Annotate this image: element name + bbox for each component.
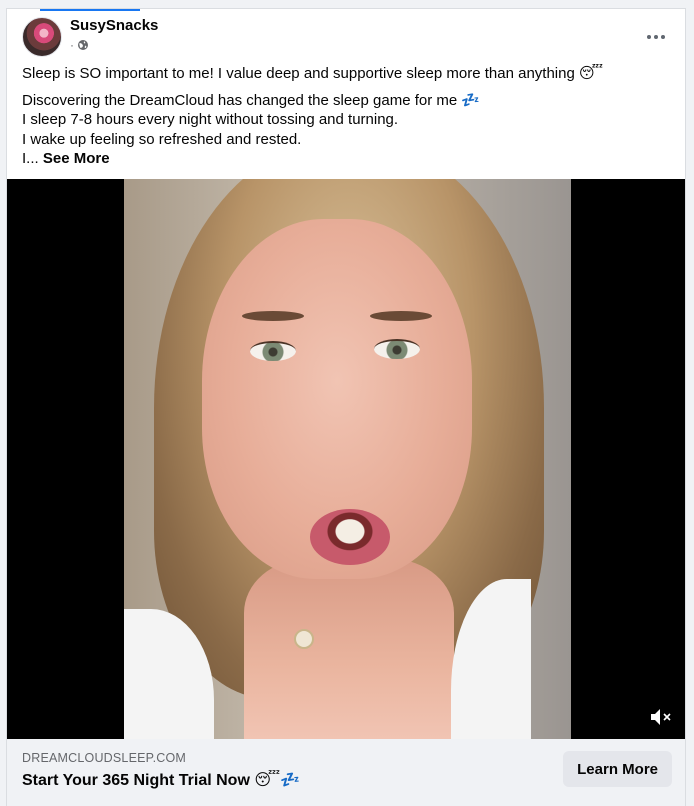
- link-preview[interactable]: DREAMCLOUDSLEEP.COM Start Your 365 Night…: [7, 739, 685, 806]
- post-text-line: Sleep is SO important to me! I value dee…: [22, 65, 604, 82]
- video-subject-face: [202, 219, 472, 579]
- dot-icon: [661, 35, 665, 39]
- video-frame: [124, 179, 571, 739]
- meta-dot: ·: [70, 38, 74, 52]
- more-options-button[interactable]: [642, 23, 670, 51]
- post-text-truncated: I... See More: [22, 149, 672, 169]
- dot-icon: [654, 35, 658, 39]
- speaker-muted-icon: [651, 709, 671, 725]
- see-more-link[interactable]: See More: [43, 150, 110, 167]
- author-name[interactable]: SusySnacks: [70, 17, 158, 34]
- dot-icon: [647, 35, 651, 39]
- video-player[interactable]: [7, 179, 685, 739]
- video-subject-brow: [242, 311, 304, 321]
- loading-progress-bar: [40, 9, 140, 11]
- video-subject-mouth: [310, 509, 390, 565]
- truncated-text: I...: [22, 150, 39, 167]
- post-text-line: I wake up feeling so refreshed and reste…: [22, 130, 302, 148]
- avatar[interactable]: [22, 17, 62, 57]
- post-text: Sleep is SO important to me! I value dee…: [22, 64, 672, 169]
- link-headline[interactable]: Start Your 365 Night Trial Now 😴💤: [22, 770, 300, 790]
- link-domain: DREAMCLOUDSLEEP.COM: [22, 751, 187, 765]
- post-header: SusySnacks ·: [22, 17, 672, 57]
- globe-icon[interactable]: [77, 39, 89, 51]
- post-text-line: I sleep 7-8 hours every night without to…: [22, 111, 399, 128]
- learn-more-button[interactable]: Learn More: [563, 751, 672, 787]
- video-subject-eye: [374, 339, 420, 359]
- post-text-line: Discovering the DreamCloud has changed t…: [22, 91, 481, 109]
- mute-button[interactable]: [649, 707, 673, 727]
- video-subject-brow: [370, 311, 432, 321]
- post-meta: ·: [70, 38, 89, 52]
- video-subject-pendant: [294, 629, 314, 649]
- video-subject-eye: [250, 341, 296, 361]
- ad-post-card: SusySnacks · Sleep is SO important to me…: [6, 8, 686, 806]
- video-subject-neck: [244, 559, 454, 739]
